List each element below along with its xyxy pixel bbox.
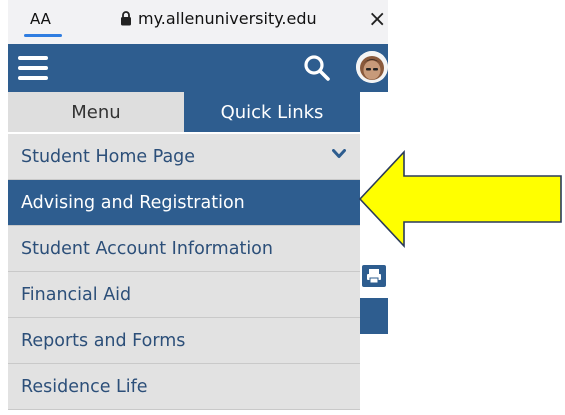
print-button[interactable] — [362, 265, 386, 287]
text-size-label: AA — [30, 10, 51, 28]
text-size-indicator — [24, 34, 62, 37]
annotation-arrow-icon — [358, 150, 562, 248]
search-icon[interactable] — [303, 54, 331, 82]
menu-item-label: Advising and Registration — [21, 192, 245, 213]
app-header — [8, 44, 388, 92]
url-text: my.allenuniversity.edu — [138, 9, 317, 28]
tab-menu[interactable]: Menu — [8, 92, 184, 132]
browser-address-bar[interactable]: AA my.allenuniversity.edu × — [8, 0, 388, 44]
menu-item-advising-and-registration[interactable]: Advising and Registration — [8, 180, 360, 226]
menu-item-label: Residence Life — [21, 376, 148, 397]
avatar[interactable] — [356, 51, 388, 83]
menu-item-label: Student Account Information — [21, 238, 273, 259]
chevron-down-icon[interactable] — [332, 149, 346, 159]
menu-item-financial-aid[interactable]: Financial Aid — [8, 272, 360, 318]
menu-item-label: Student Home Page — [21, 146, 196, 167]
menu-item-student-account-information[interactable]: Student Account Information — [8, 226, 360, 272]
lock-icon — [121, 11, 131, 26]
menu-item-label: Financial Aid — [21, 284, 132, 305]
page-background — [360, 92, 388, 415]
menu-item-student-home-page[interactable]: Student Home Page — [8, 134, 360, 180]
drawer-menu: Student Home Page Advising and Registrat… — [8, 134, 360, 410]
drawer-tabs: Menu Quick Links — [8, 92, 360, 132]
user-photo-icon — [356, 51, 388, 83]
menu-item-label: Reports and Forms — [21, 330, 186, 351]
close-button[interactable]: × — [368, 7, 386, 32]
page-content-block — [360, 298, 388, 334]
tab-quick-links[interactable]: Quick Links — [184, 92, 360, 132]
hamburger-icon[interactable] — [18, 56, 48, 80]
text-size-button[interactable]: AA — [30, 10, 51, 28]
print-icon — [367, 269, 381, 284]
menu-item-residence-life[interactable]: Residence Life — [8, 364, 360, 410]
url-display[interactable]: my.allenuniversity.edu — [120, 9, 317, 28]
menu-item-reports-and-forms[interactable]: Reports and Forms — [8, 318, 360, 364]
